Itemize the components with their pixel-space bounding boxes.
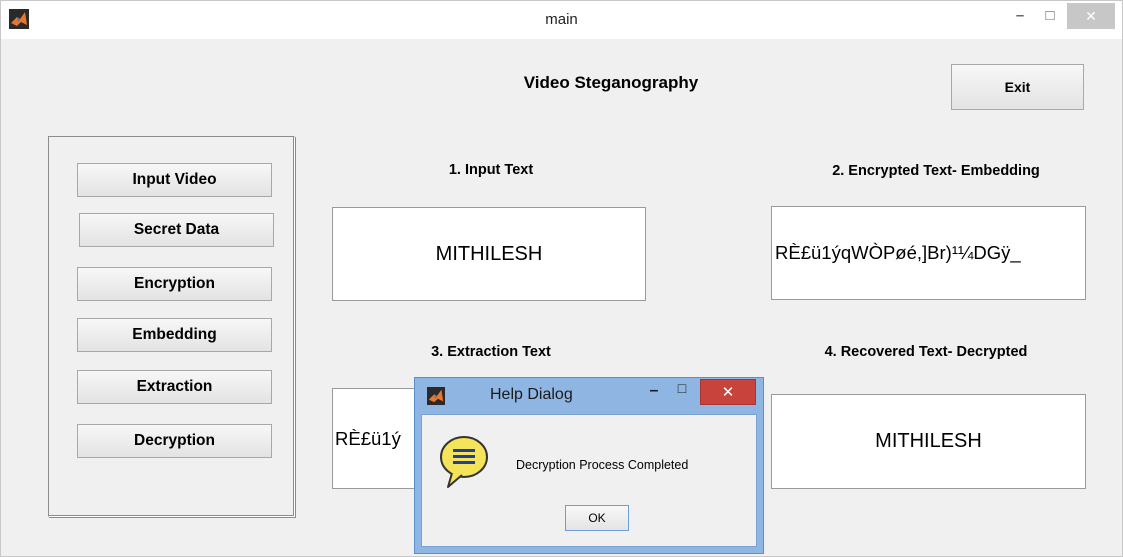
dialog-message: Decryption Process Completed: [516, 458, 689, 472]
input-text-label: 1. Input Text: [448, 162, 534, 178]
exit-button[interactable]: Exit: [951, 64, 1084, 110]
secret-data-button[interactable]: Secret Data: [79, 213, 274, 247]
encrypted-text-field[interactable]: RÈ£ü1ýqWÒPøé,]Br)¹¼DGÿ_: [771, 206, 1086, 300]
dialog-title: Help Dialog: [490, 386, 573, 403]
title-bar[interactable]: main – □ ✕: [1, 1, 1122, 39]
close-icon[interactable]: ✕: [700, 379, 756, 405]
minimize-icon[interactable]: –: [1004, 3, 1036, 29]
maximize-icon[interactable]: □: [1034, 3, 1066, 29]
extraction-button[interactable]: Extraction: [77, 370, 272, 404]
extraction-text-label: 3. Extraction Text: [431, 344, 551, 360]
ok-button[interactable]: OK: [565, 505, 629, 531]
encryption-button[interactable]: Encryption: [77, 267, 272, 301]
input-text-field[interactable]: MITHILESH: [332, 207, 646, 301]
matlab-logo-icon: [427, 387, 445, 405]
close-icon[interactable]: ✕: [1067, 3, 1115, 29]
page-title: Video Steganography: [523, 73, 699, 92]
input-video-button[interactable]: Input Video: [77, 163, 272, 197]
window-title: main: [545, 11, 578, 28]
help-dialog: Help Dialog – □ ✕ Decryption Process Com…: [414, 377, 764, 554]
encrypted-text-label: 2. Encrypted Text- Embedding: [832, 163, 1040, 179]
minimize-icon[interactable]: –: [641, 382, 667, 402]
embedding-button[interactable]: Embedding: [77, 318, 272, 352]
help-speech-bubble-icon: [440, 436, 488, 488]
recovered-text-label: 4. Recovered Text- Decrypted: [824, 344, 1028, 360]
recovered-text-field[interactable]: MITHILESH: [771, 394, 1086, 489]
maximize-icon[interactable]: □: [669, 380, 695, 400]
decryption-button[interactable]: Decryption: [77, 424, 272, 458]
dialog-body: Decryption Process Completed OK: [421, 414, 757, 547]
